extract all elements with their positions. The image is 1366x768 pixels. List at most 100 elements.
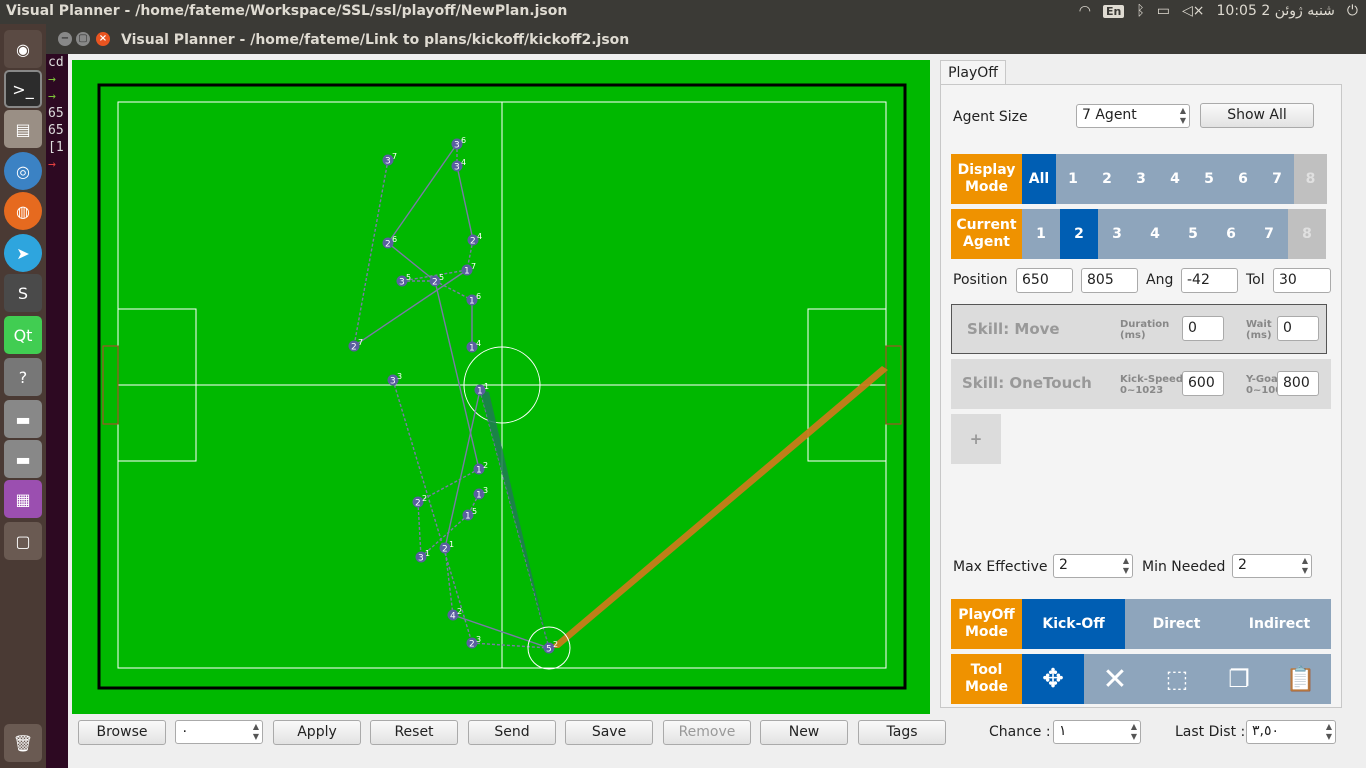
max-effective-spin[interactable]: 2 ▲ ▼ xyxy=(1053,554,1133,578)
battery-icon[interactable]: ▭ xyxy=(1157,3,1170,19)
chromium-icon[interactable]: ◎ xyxy=(4,152,42,190)
robot-marker[interactable]: 23 xyxy=(466,635,482,650)
help-icon[interactable]: ? xyxy=(4,358,42,396)
display-mode-option[interactable]: 6 xyxy=(1226,154,1260,204)
qt-creator-icon[interactable]: Qt xyxy=(4,316,42,354)
robot-marker[interactable]: 16 xyxy=(466,292,482,307)
select-tool-icon[interactable]: ⬚ xyxy=(1146,654,1208,704)
close-icon[interactable]: × xyxy=(96,32,110,46)
robot-marker[interactable]: 12 xyxy=(473,461,489,476)
clock[interactable]: 10:05 2 شنبه ژوئن xyxy=(1217,3,1335,19)
robot-marker[interactable]: 42 xyxy=(447,607,463,622)
telegram-icon[interactable]: ➤ xyxy=(4,234,42,272)
robot-path-segment xyxy=(434,280,473,301)
robot-path-segment xyxy=(387,143,458,244)
chance-spin[interactable]: ١ ▲ ▼ xyxy=(1053,720,1141,744)
display-mode-option[interactable]: 1 xyxy=(1056,154,1090,204)
disk-icon[interactable]: ▬ xyxy=(4,400,42,438)
maximize-icon[interactable]: ▢ xyxy=(76,32,90,46)
robot-marker[interactable]: 13 xyxy=(473,486,489,501)
display-mode-option[interactable]: All xyxy=(1022,154,1056,204)
soccer-field-canvas[interactable]: 3736342624173525162714331112221315312142… xyxy=(72,60,930,714)
disk-icon-2[interactable]: ▬ xyxy=(4,440,42,478)
position-x-input[interactable]: 650 xyxy=(1016,268,1073,293)
angle-input[interactable]: -42 xyxy=(1181,268,1238,293)
files-icon[interactable]: ▤ xyxy=(4,110,42,148)
current-agent-option[interactable]: 5 xyxy=(1174,209,1212,259)
window-icon[interactable]: ▢ xyxy=(4,522,42,560)
min-needed-spin[interactable]: 2 ▲ ▼ xyxy=(1232,554,1312,578)
add-skill-button[interactable]: + xyxy=(951,414,1001,464)
current-agent-option[interactable]: 1 xyxy=(1022,209,1060,259)
last-dist-spin[interactable]: ٣,٥٠ ▲ ▼ xyxy=(1246,720,1336,744)
volume-icon[interactable]: ◁× xyxy=(1182,3,1205,19)
robot-marker[interactable]: 27 xyxy=(348,338,364,353)
y-goal-input[interactable]: 800 xyxy=(1277,371,1319,396)
bluetooth-icon[interactable]: ᛒ xyxy=(1136,3,1144,19)
remove-button[interactable]: Remove xyxy=(663,720,751,745)
send-button[interactable]: Send xyxy=(468,720,556,745)
show-all-button[interactable]: Show All xyxy=(1200,103,1314,128)
duration-input[interactable]: 0 xyxy=(1182,316,1224,341)
robot-marker[interactable]: 24 xyxy=(467,232,483,247)
current-agent-label: Current Agent xyxy=(951,209,1022,259)
current-agent-option[interactable]: 8 xyxy=(1288,209,1326,259)
window-titlebar[interactable]: − ▢ × Visual Planner - /home/fateme/Link… xyxy=(46,24,1366,54)
robot-marker[interactable]: 17 xyxy=(461,262,477,277)
sublime-icon[interactable]: S xyxy=(4,274,42,312)
move-tool-icon[interactable]: ✥ xyxy=(1022,654,1084,704)
tab-playoff[interactable]: PlayOff xyxy=(940,60,1006,86)
robot-path-segment xyxy=(417,501,422,558)
terminal-icon[interactable]: >_ xyxy=(4,70,42,108)
robot-marker[interactable]: 36 xyxy=(451,136,467,151)
display-mode-option[interactable]: 4 xyxy=(1158,154,1192,204)
robot-marker[interactable]: 14 xyxy=(466,339,482,354)
robot-marker[interactable]: 33 xyxy=(387,372,403,387)
tags-button[interactable]: Tags xyxy=(858,720,946,745)
display-mode-option[interactable]: 2 xyxy=(1090,154,1124,204)
playoff-mode-indirect[interactable]: Indirect xyxy=(1228,599,1331,649)
delete-tool-icon[interactable]: ✕ xyxy=(1084,654,1146,704)
ubuntu-dash-icon[interactable]: ◉ xyxy=(4,30,42,68)
agent-size-select[interactable]: 7 Agent ▲ ▼ xyxy=(1076,104,1190,128)
robot-marker[interactable]: 22 xyxy=(412,494,428,509)
plan-index-spin[interactable]: ٠ ▲ ▼ xyxy=(175,720,263,744)
display-mode-option[interactable]: 8 xyxy=(1294,154,1327,204)
position-y-input[interactable]: 805 xyxy=(1081,268,1138,293)
reset-button[interactable]: Reset xyxy=(370,720,458,745)
new-button[interactable]: New xyxy=(760,720,848,745)
browse-button[interactable]: Browse xyxy=(78,720,166,745)
power-icon[interactable]: ⏻ xyxy=(1347,3,1358,19)
wifi-icon[interactable]: ◠ xyxy=(1079,3,1091,19)
keyboard-language-indicator[interactable]: En xyxy=(1103,4,1125,18)
playoff-mode-direct[interactable]: Direct xyxy=(1125,599,1228,649)
pass-cone xyxy=(480,390,549,648)
firefox-icon[interactable]: ◍ xyxy=(4,192,42,230)
display-mode-option[interactable]: 3 xyxy=(1124,154,1158,204)
current-agent-option[interactable]: 6 xyxy=(1212,209,1250,259)
save-button[interactable]: Save xyxy=(565,720,653,745)
robot-marker[interactable]: 31 xyxy=(415,549,431,564)
robot-marker[interactable]: 52 xyxy=(543,640,559,655)
display-mode-option[interactable]: 7 xyxy=(1260,154,1294,204)
current-agent-option[interactable]: 2 xyxy=(1060,209,1098,259)
current-agent-option[interactable]: 7 xyxy=(1250,209,1288,259)
wait-input[interactable]: 0 xyxy=(1277,316,1319,341)
paste-tool-icon[interactable]: 📋 xyxy=(1270,654,1331,704)
apply-button[interactable]: Apply xyxy=(273,720,361,745)
trash-icon[interactable]: 🗑 xyxy=(4,724,42,762)
copy-tool-icon[interactable]: ❐ xyxy=(1208,654,1270,704)
current-agent-option[interactable]: 4 xyxy=(1136,209,1174,259)
robot-marker[interactable]: 15 xyxy=(462,507,478,522)
robot-marker[interactable]: 37 xyxy=(382,152,398,167)
robot-marker[interactable]: 26 xyxy=(382,235,398,250)
playoff-mode-kick-off[interactable]: Kick-Off xyxy=(1022,599,1125,649)
minimize-icon[interactable]: − xyxy=(58,32,72,46)
workspace-switcher-icon[interactable]: ▦ xyxy=(4,480,42,518)
robot-marker[interactable]: 35 xyxy=(396,273,412,288)
current-agent-option[interactable]: 3 xyxy=(1098,209,1136,259)
display-mode-option[interactable]: 5 xyxy=(1192,154,1226,204)
kick-speed-input[interactable]: 600 xyxy=(1182,371,1224,396)
tolerance-input[interactable]: 30 xyxy=(1273,268,1331,293)
robot-marker[interactable]: 34 xyxy=(451,158,467,173)
